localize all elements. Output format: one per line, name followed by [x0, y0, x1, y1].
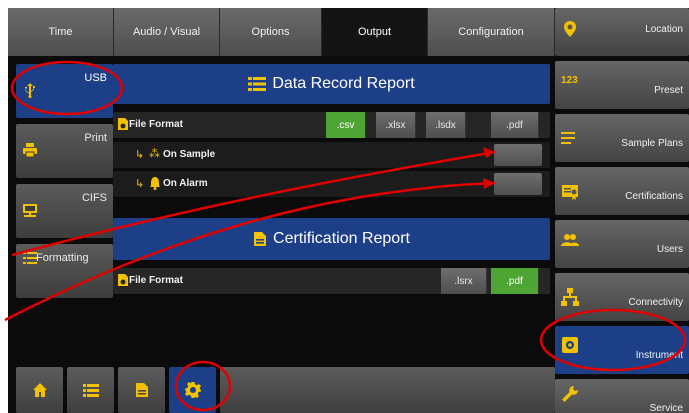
- wrench-icon: [562, 385, 579, 402]
- certificate-icon: [562, 185, 578, 200]
- network-folder-icon: [23, 204, 37, 217]
- output-subnav: USB Print CIFS Formatting: [16, 64, 113, 304]
- nav-item-users[interactable]: Users: [555, 220, 689, 268]
- format-option-pdf[interactable]: .pdf: [491, 112, 539, 138]
- nav-item-location[interactable]: Location: [555, 8, 689, 56]
- certification-file-format-row: File Format .lsrx .pdf: [113, 268, 550, 294]
- tab-audio-visual[interactable]: Audio / Visual: [114, 8, 220, 56]
- location-pin-icon: [564, 21, 576, 37]
- document-icon: [135, 383, 148, 397]
- section-title: Data Record Report: [272, 75, 415, 92]
- tab-label: Output: [357, 26, 392, 38]
- format-label: .xlsx: [385, 119, 406, 131]
- nav-label: Location: [645, 24, 683, 35]
- format-option-csv[interactable]: .csv: [326, 112, 366, 138]
- usb-icon: [25, 83, 35, 98]
- list-lines-icon: [561, 132, 575, 144]
- tab-configuration[interactable]: Configuration: [428, 8, 555, 56]
- cert-format-option-lsrx[interactable]: .lsrx: [441, 268, 487, 294]
- settings-gear-icon: [184, 382, 201, 398]
- nav-item-sample-plans[interactable]: Sample Plans: [555, 114, 689, 162]
- nav-label: Users: [656, 244, 683, 255]
- nav-label: Sample Plans: [621, 138, 683, 149]
- nav-item-preset[interactable]: 123 Preset: [555, 61, 689, 109]
- sub-arrow-icon: ↳: [135, 178, 145, 190]
- bottom-toolbar: [16, 367, 555, 413]
- format-label: .pdf: [506, 119, 523, 131]
- tab-output[interactable]: Output: [322, 8, 428, 56]
- nav-label: Certifications: [625, 191, 683, 202]
- format-label: .pdf: [506, 275, 523, 287]
- instrument-icon: [562, 337, 578, 353]
- nav-label: Connectivity: [628, 297, 683, 308]
- on-alarm-row: ↳ On Alarm: [113, 171, 550, 197]
- printer-icon: [23, 143, 37, 158]
- subnav-label: USB: [84, 72, 107, 84]
- subnav-label: Formatting: [36, 252, 89, 264]
- home-button[interactable]: [16, 367, 63, 413]
- alarm-bell-icon: [150, 177, 160, 190]
- on-sample-row: ↳ ⁂ On Sample: [113, 142, 550, 168]
- format-label: .lsdx: [435, 119, 456, 131]
- tab-label: Time: [48, 26, 73, 38]
- document-button[interactable]: [118, 367, 165, 413]
- sub-arrow-icon: ↳: [135, 149, 145, 161]
- top-tab-bar: Time Audio / Visual Options Output Confi…: [8, 8, 555, 56]
- on-alarm-checkbox[interactable]: [494, 173, 542, 195]
- on-sample-checkbox[interactable]: [494, 144, 542, 166]
- format-option-xlsx[interactable]: .xlsx: [376, 112, 416, 138]
- tab-time[interactable]: Time: [8, 8, 114, 56]
- subnav-item-cifs[interactable]: CIFS: [16, 184, 113, 238]
- format-option-lsdx[interactable]: .lsdx: [426, 112, 466, 138]
- data-record-report-header: Data Record Report: [113, 64, 550, 104]
- format-label: .lsrx: [454, 275, 473, 287]
- nav-item-connectivity[interactable]: Connectivity: [555, 273, 689, 321]
- subnav-item-print[interactable]: Print: [16, 124, 113, 178]
- file-format-icon: [118, 274, 128, 286]
- bottom-toolbar-spacer: [220, 367, 555, 413]
- list-button[interactable]: [67, 367, 114, 413]
- data-record-file-format-row: File Format .csv .xlsx .lsdx .pdf: [113, 112, 550, 138]
- file-format-label: File Format: [129, 275, 183, 286]
- nav-label: Instrument: [635, 350, 683, 361]
- nav-label: Preset: [654, 85, 683, 96]
- subnav-label: Print: [84, 132, 107, 144]
- home-icon: [32, 383, 47, 397]
- section-title: Certification Report: [273, 230, 410, 247]
- on-sample-label: On Sample: [163, 149, 216, 160]
- file-format-icon: [118, 118, 128, 130]
- file-format-label: File Format: [129, 119, 183, 130]
- tab-label: Options: [251, 26, 290, 38]
- on-alarm-label: On Alarm: [163, 178, 208, 189]
- tab-options[interactable]: Options: [220, 8, 322, 56]
- device-screen: Time Audio / Visual Options Output Confi…: [8, 8, 689, 413]
- sample-icon: ⁂: [149, 148, 160, 160]
- nav-item-service[interactable]: Service: [555, 379, 689, 413]
- tab-label: Audio / Visual: [132, 26, 201, 38]
- numbers-icon: 123: [561, 75, 578, 86]
- nav-label: Service: [649, 403, 683, 413]
- certification-report-header: Certification Report: [113, 218, 550, 260]
- settings-category-nav: Location 123 Preset Sample Plans Certifi…: [555, 8, 689, 413]
- list-icon: [248, 77, 267, 91]
- document-icon: [254, 232, 267, 246]
- settings-button[interactable]: [169, 367, 216, 413]
- network-icon: [561, 288, 579, 306]
- nav-item-instrument[interactable]: Instrument: [555, 326, 689, 374]
- subnav-item-formatting[interactable]: Formatting: [16, 244, 113, 298]
- cert-format-option-pdf[interactable]: .pdf: [491, 268, 539, 294]
- users-icon: [561, 234, 579, 246]
- nav-item-certifications[interactable]: Certifications: [555, 167, 689, 215]
- list-icon: [82, 384, 99, 397]
- subnav-label: CIFS: [81, 192, 107, 204]
- subnav-item-usb[interactable]: USB: [16, 64, 113, 118]
- format-label: .csv: [336, 119, 355, 131]
- tab-label: Configuration: [458, 26, 524, 38]
